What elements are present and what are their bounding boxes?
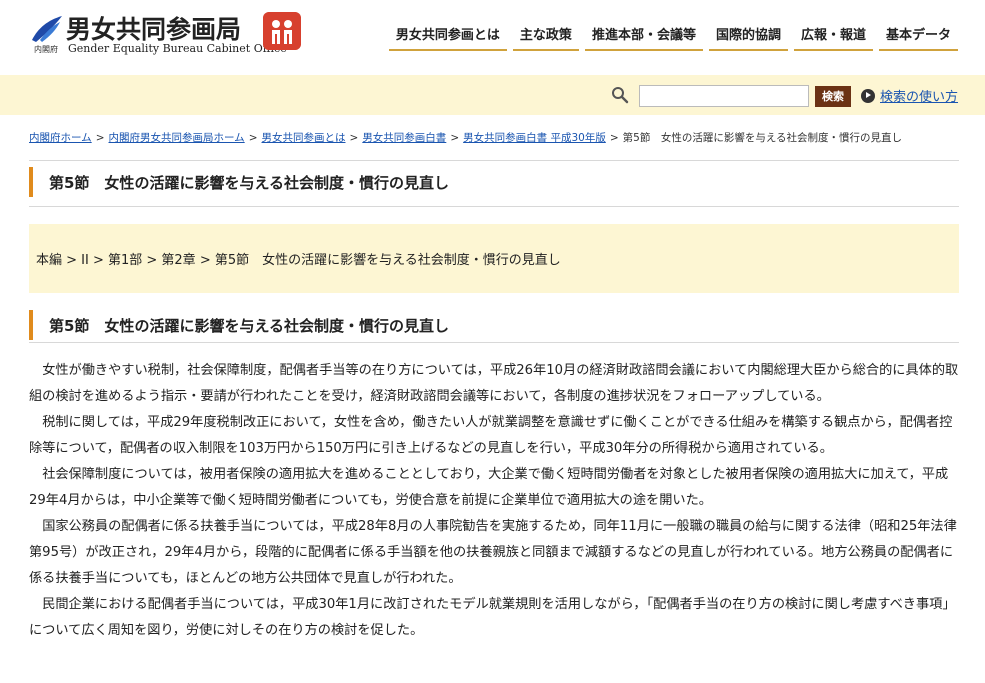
gender-equality-logo-icon xyxy=(32,16,62,42)
breadcrumb-white-paper-h30[interactable]: 男女共同参画白書 平成30年版 xyxy=(463,132,606,144)
site-header: 内閣府 男女共同参画局 Gender Equality Bureau Cabin… xyxy=(0,0,985,75)
breadcrumb-current: 第5節 女性の活躍に影響を与える社会制度・慣行の見直し xyxy=(622,132,903,144)
page-title-text: 第5節 女性の活躍に影響を与える社会制度・慣行の見直し xyxy=(49,174,449,192)
nav-international[interactable]: 国際的協調 xyxy=(708,24,788,51)
section-heading: 第5節 女性の活躍に影響を与える社会制度・慣行の見直し xyxy=(29,310,959,340)
logo-english: Gender Equality Bureau Cabinet Office xyxy=(68,42,287,55)
breadcrumb-separator: > xyxy=(248,132,258,144)
search-button[interactable]: 検索 xyxy=(815,86,851,107)
search-input[interactable] xyxy=(639,85,809,107)
breadcrumb-separator: > xyxy=(609,132,619,144)
nav-data[interactable]: 基本データ xyxy=(878,24,958,51)
breadcrumb-bureau-home[interactable]: 内閣府男女共同参画局ホーム xyxy=(109,132,245,144)
breadcrumb-separator: > xyxy=(95,132,105,144)
logo-small-label: 内閣府 xyxy=(34,45,58,54)
breadcrumb-about[interactable]: 男女共同参画とは xyxy=(262,132,346,144)
document-path: 本編 > II > 第1部 > 第2章 > 第5節 女性の活躍に影響を与える社会… xyxy=(29,224,959,293)
arrow-circle-icon xyxy=(861,88,875,103)
breadcrumb-separator: > xyxy=(450,132,460,144)
logo-title: 男女共同参画局 xyxy=(66,15,242,44)
breadcrumb-white-paper[interactable]: 男女共同参画白書 xyxy=(362,132,446,144)
divider xyxy=(29,206,959,207)
search-bar: 検索 検索の使い方 xyxy=(0,75,985,115)
paragraph: 民間企業における配偶者手当については，平成30年1月に改訂されたモデル就業規則を… xyxy=(29,597,956,638)
paragraph: 社会保障制度については，被用者保険の適用拡大を進めることとしており，大企業で働く… xyxy=(29,467,949,508)
search-icon xyxy=(612,87,629,104)
search-help-link[interactable]: 検索の使い方 xyxy=(880,86,958,105)
search-help[interactable]: 検索の使い方 xyxy=(861,86,958,105)
nav-headquarters[interactable]: 推進本部・会議等 xyxy=(584,24,703,51)
section-heading-text: 第5節 女性の活躍に影響を与える社会制度・慣行の見直し xyxy=(49,317,449,335)
global-nav: 男女共同参画とは 主な政策 推進本部・会議等 国際的協調 広報・報道 基本データ xyxy=(383,24,958,51)
paragraph: 女性が働きやすい税制，社会保障制度，配偶者手当等の在り方については，平成26年1… xyxy=(29,363,959,404)
divider xyxy=(29,160,959,161)
paragraph: 税制に関しては，平成29年度税制改正において，女性を含め，働きたい人が就業調整を… xyxy=(29,415,953,456)
logo-emblem-icon xyxy=(263,12,301,50)
nav-about[interactable]: 男女共同参画とは xyxy=(388,24,507,51)
paragraph: 国家公務員の配偶者に係る扶養手当については，平成28年8月の人事院勧告を実施する… xyxy=(29,519,957,586)
document-path-text: 本編 > II > 第1部 > 第2章 > 第5節 女性の活躍に影響を与える社会… xyxy=(36,253,561,268)
nav-press[interactable]: 広報・報道 xyxy=(793,24,873,51)
article-body: 女性が働きやすい税制，社会保障制度，配偶者手当等の在り方については，平成26年1… xyxy=(29,358,961,644)
nav-policies[interactable]: 主な政策 xyxy=(512,24,579,51)
page-title: 第5節 女性の活躍に影響を与える社会制度・慣行の見直し xyxy=(29,167,959,197)
site-logo[interactable]: 内閣府 男女共同参画局 Gender Equality Bureau Cabin… xyxy=(30,12,305,58)
divider xyxy=(29,342,959,343)
breadcrumb: 内閣府ホーム > 内閣府男女共同参画局ホーム > 男女共同参画とは > 男女共同参画白書 > 男… xyxy=(29,130,959,145)
breadcrumb-cabinet-home[interactable]: 内閣府ホーム xyxy=(29,132,92,144)
breadcrumb-separator: > xyxy=(349,132,359,144)
